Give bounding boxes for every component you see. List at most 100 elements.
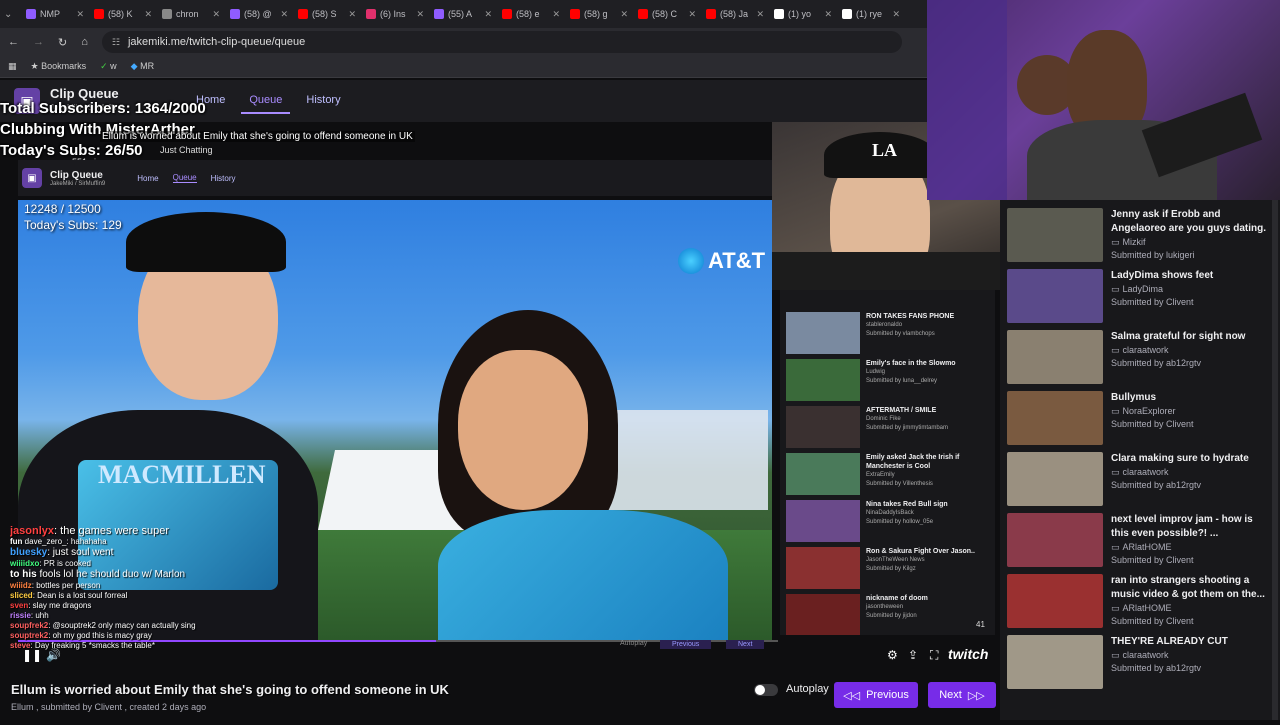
list-item[interactable]: Emily's face in the Slowmo Ludwig Submitte… <box>786 359 991 403</box>
tab-label: (1) rye <box>856 9 883 19</box>
browser-tab[interactable]: NMP ✕ <box>22 3 88 25</box>
webcam-main <box>927 0 1280 200</box>
tab-close-icon[interactable]: ✕ <box>280 9 288 20</box>
previous-button[interactable]: ◁◁ Previous <box>834 682 918 708</box>
fullscreen-icon[interactable]: ⛶ <box>930 648 938 663</box>
chat-message: soupfrek2: @souptrek2 only macy can actu… <box>10 621 196 630</box>
tab-close-icon[interactable]: ✕ <box>892 9 900 20</box>
list-item[interactable]: THEY'RE ALREADY CUT ▭ claraatwork Submitted… <box>1007 635 1277 691</box>
home-icon[interactable]: ⌂ <box>81 36 88 48</box>
browser-tab[interactable]: (58) e ✕ <box>498 3 564 25</box>
reload-icon[interactable]: ↻ <box>58 36 67 49</box>
inner-nav-home[interactable]: Home <box>137 174 158 183</box>
list-item[interactable]: next level improv jam - how is this even… <box>1007 513 1277 569</box>
nav-queue[interactable]: Queue <box>241 94 291 114</box>
url-field[interactable]: ☷ jakemiki.me/twitch-clip-queue/queue <box>101 31 902 53</box>
browser-tab[interactable]: (58) K ✕ <box>90 3 156 25</box>
site-info-icon[interactable]: ☷ <box>112 37 120 48</box>
tab-favicon-icon <box>434 9 444 19</box>
browser-tab[interactable]: (58) Ja ✕ <box>702 3 768 25</box>
list-item[interactable]: LadyDima shows feet ▭ LadyDima Submitted by… <box>1007 269 1277 325</box>
list-item[interactable]: RON TAKES FANS PHONE stableronaldo Submitt… <box>786 312 991 356</box>
nav-history[interactable]: History <box>298 94 348 114</box>
browser-tab[interactable]: (1) yo ✕ <box>770 3 836 25</box>
tab-label: (58) g <box>584 9 608 19</box>
current-clip-title: Ellum is worried about Emily that she's … <box>11 682 449 697</box>
browser-tab[interactable]: (55) A ✕ <box>430 3 496 25</box>
channel-icon: ▭ <box>1111 542 1120 552</box>
inner-nav-queue[interactable]: Queue <box>172 173 197 183</box>
list-item[interactable]: ran into strangers shooting a music vide… <box>1007 574 1277 630</box>
inner-autoplay-label: Autoplay <box>620 640 648 647</box>
browser-tab[interactable]: chron ✕ <box>158 3 224 25</box>
tab-close-icon[interactable]: ✕ <box>620 9 628 20</box>
tab-close-icon[interactable]: ✕ <box>688 9 696 20</box>
browser-tab[interactable]: (58) @ ✕ <box>226 3 292 25</box>
chat-message: steve: Day freaking 5 *smacks the table* <box>10 641 155 650</box>
browser-tab[interactable]: (58) C ✕ <box>634 3 700 25</box>
apps-grid-icon[interactable]: ▦ <box>8 61 17 72</box>
list-item[interactable]: AFTERMATH / SMILE Dominic Fike Submitted b… <box>786 406 991 450</box>
browser-tab[interactable]: (1) rye ✕ <box>838 3 904 25</box>
settings-gear-icon[interactable]: ⚙ <box>887 648 898 662</box>
inner-logo-icon: ▣ <box>22 168 42 188</box>
tab-favicon-icon <box>502 9 512 19</box>
tab-close-icon[interactable]: ✕ <box>348 9 356 20</box>
queue-scrollbar[interactable] <box>1272 200 1278 720</box>
autoplay-toggle[interactable] <box>754 684 778 696</box>
inner-nav-history[interactable]: History <box>211 174 236 183</box>
tab-close-icon[interactable]: ✕ <box>76 9 84 20</box>
list-item[interactable]: Clara making sure to hydrate ▭ claraatwork… <box>1007 452 1277 508</box>
inner-next-button[interactable]: Next <box>726 640 765 649</box>
twitch-logo[interactable]: twitch <box>948 646 988 662</box>
inner-queue-list: RON TAKES FANS PHONE stableronaldo Submitt… <box>780 290 995 635</box>
tab-search-chevron-icon[interactable]: ⌄ <box>4 9 20 20</box>
list-item[interactable]: Nina takes Red Bull sign NinaDaddyIsBack S… <box>786 500 991 544</box>
tab-label: NMP <box>40 9 60 19</box>
browser-address-bar: ← → ↻ ⌂ ☷ jakemiki.me/twitch-clip-queue/… <box>0 28 930 56</box>
back-arrow-icon[interactable]: ← <box>8 36 19 48</box>
chat-message: jasonlyx: the games were super <box>10 525 169 537</box>
tab-close-icon[interactable]: ✕ <box>144 9 152 20</box>
tab-favicon-icon <box>638 9 648 19</box>
list-item[interactable]: Jenny ask if Erobb and Angelaoreo are yo… <box>1007 208 1277 264</box>
clip-thumbnail <box>786 500 860 542</box>
chat-message: rissie: uhh <box>10 611 49 620</box>
tab-favicon-icon <box>366 9 376 19</box>
tab-close-icon[interactable]: ✕ <box>416 9 424 20</box>
tab-close-icon[interactable]: ✕ <box>756 9 764 20</box>
browser-tab[interactable]: (58) g ✕ <box>566 3 632 25</box>
channel-icon: ▭ <box>1111 467 1120 477</box>
inner-previous-button[interactable]: Previous <box>660 640 712 649</box>
list-item[interactable]: Ron & Sakura Fight Over Jason.. JasonTheW… <box>786 547 991 591</box>
forward-arrow-icon[interactable]: → <box>33 36 44 48</box>
chat-message: sliced: Dean is a lost soul forreal <box>10 591 128 600</box>
clip-thumbnail <box>786 406 860 448</box>
inner-site-header: ▣ Clip Queue JakeMiki / SirMuffin9 Home … <box>18 160 778 196</box>
inner-today-subs: Today's Subs: 129 <box>24 218 122 232</box>
bookmark-w[interactable]: ✓ w <box>100 61 117 72</box>
autoplay-label: Autoplay <box>786 683 829 695</box>
browser-tab[interactable]: (6) Ins ✕ <box>362 3 428 25</box>
chat-message: bluesky: just soul went <box>10 547 114 558</box>
chat-message: fun dave_zero_: hahahaha <box>10 537 107 546</box>
tab-close-icon[interactable]: ✕ <box>552 9 560 20</box>
tab-favicon-icon <box>26 9 36 19</box>
clip-thumbnail <box>1007 635 1103 689</box>
list-item[interactable]: Salma grateful for sight now ▭ claraatwork… <box>1007 330 1277 386</box>
site-title: Clip Queue <box>50 86 119 101</box>
list-item[interactable]: Emily asked Jack the Irish if Manchester… <box>786 453 991 497</box>
bookmark-mr[interactable]: ◆ MR <box>131 61 154 72</box>
tab-favicon-icon <box>162 9 172 19</box>
chat-message: wiiidz: bottles per person <box>10 581 101 590</box>
tab-close-icon[interactable]: ✕ <box>824 9 832 20</box>
tab-label: (58) e <box>516 9 540 19</box>
list-item[interactable]: Bullymus ▭ NoraExplorer Submitted by Cliven… <box>1007 391 1277 447</box>
tab-close-icon[interactable]: ✕ <box>484 9 492 20</box>
browser-tab[interactable]: (58) S ✕ <box>294 3 360 25</box>
list-item[interactable]: nickname of doom jasontheween Submitted by… <box>786 594 991 635</box>
next-button[interactable]: Next ▷▷ <box>928 682 996 708</box>
share-icon[interactable]: ⇪ <box>908 648 918 662</box>
bookmarks-folder[interactable]: ★ Bookmarks <box>31 61 87 72</box>
tab-close-icon[interactable]: ✕ <box>212 9 220 20</box>
